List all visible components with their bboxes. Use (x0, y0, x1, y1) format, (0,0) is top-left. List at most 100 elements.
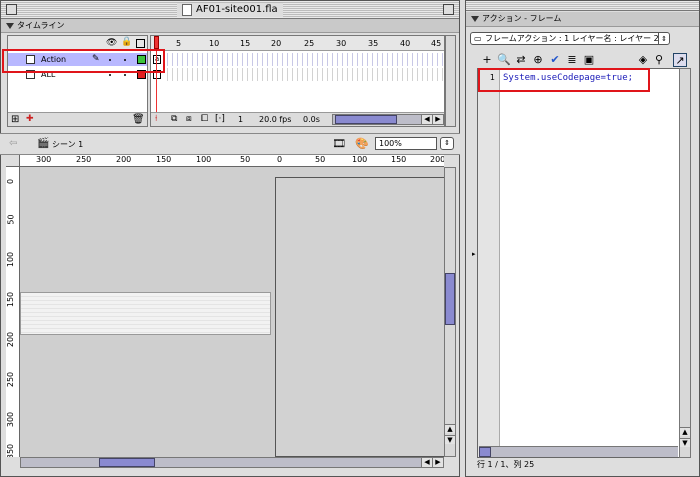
ruler-label: 100 (196, 155, 212, 164)
visible-dot[interactable] (109, 74, 111, 76)
outline-icon[interactable] (136, 39, 145, 48)
timeline-frames-panel: 5 10 15 20 25 30 35 40 45 a ⍿ ⧉ ⧈ ⧠ [·] … (150, 35, 445, 127)
cursor-position: 行 1 / 1、列 25 (477, 460, 535, 469)
ruler-label: 50 (315, 155, 326, 164)
stage-area[interactable] (20, 167, 444, 457)
code-hint-icon[interactable]: ▣ (582, 53, 596, 67)
frame-row-action[interactable] (163, 53, 444, 66)
debug-options-icon[interactable]: ◈ (636, 53, 650, 67)
scene-name[interactable]: シーン 1 (52, 139, 83, 150)
zoom-box[interactable] (443, 4, 454, 15)
zoom-dropdown-arrow[interactable]: ⇕ (440, 137, 454, 150)
frame-rate: 20.0 fps (259, 115, 292, 124)
document-titlebar[interactable]: AF01-site001.fla (1, 1, 459, 19)
frame-number: 40 (400, 39, 411, 48)
eye-icon[interactable]: 👁 (106, 38, 117, 48)
zoom-field[interactable]: 100% (375, 137, 437, 150)
ruler-label: 200 (6, 331, 16, 348)
lock-dot[interactable] (124, 74, 126, 76)
ruler-label: 300 (36, 155, 52, 164)
scroll-thumb[interactable] (479, 447, 491, 457)
center-frame-icon[interactable]: ⍿ (155, 113, 157, 126)
fla-file-icon (182, 4, 192, 16)
ruler-left: 0 50 100 150 200 250 300 350 (6, 167, 20, 457)
frame-row-all[interactable] (163, 68, 444, 81)
scroll-left-arrow[interactable]: ◀ (421, 458, 432, 467)
auto-format-icon[interactable]: ≣ (565, 53, 579, 67)
scroll-thumb[interactable] (445, 273, 455, 325)
panel-splitter-icon[interactable]: ▸ (472, 250, 476, 262)
timeline-vscrollbar[interactable] (445, 35, 456, 127)
stage-vscrollbar[interactable]: ▲ ▼ (444, 167, 456, 457)
scroll-down-arrow[interactable]: ▼ (680, 438, 690, 447)
document-title: AF01-site001.fla (177, 3, 283, 17)
stage-hscrollbar[interactable]: ◀ ▶ (20, 457, 444, 468)
frame-number: 20 (271, 39, 282, 48)
actions-titlebar[interactable] (466, 1, 699, 11)
layer-highlight-box (2, 49, 165, 73)
frame-number: 5 (176, 39, 182, 48)
ruler-label: 300 (6, 411, 16, 428)
scroll-thumb[interactable] (335, 115, 397, 124)
timeline-hscrollbar[interactable]: ◀ ▶ (332, 114, 444, 125)
back-arrow-icon[interactable]: ⇦ (9, 138, 17, 149)
onion-markers-icon[interactable]: [·] (215, 113, 225, 126)
add-guide-layer-icon[interactable]: ✚ (26, 113, 34, 126)
scroll-up-arrow[interactable]: ▲ (680, 427, 690, 436)
ruler-label: 200 (116, 155, 132, 164)
scroll-right-arrow[interactable]: ▶ (432, 458, 443, 467)
editor-vscrollbar[interactable]: ▲ ▼ (679, 68, 691, 458)
insert-layer-icon[interactable]: ⊞ (11, 113, 19, 126)
document-title-text: AF01-site001.fla (196, 4, 278, 15)
ruler-label: 150 (391, 155, 407, 164)
add-action-icon[interactable]: + (480, 53, 494, 67)
scroll-thumb[interactable] (99, 458, 155, 467)
ruler-label: 50 (6, 214, 16, 225)
code-highlight-box (478, 68, 650, 92)
scroll-up-arrow[interactable]: ▲ (445, 424, 455, 433)
frame-number: 25 (304, 39, 315, 48)
offstage-symbol[interactable] (20, 292, 271, 335)
edit-scene-icon[interactable]: 🎞 (332, 137, 346, 150)
playhead[interactable] (154, 36, 159, 49)
collapse-triangle-icon[interactable] (6, 23, 14, 29)
editor-hscrollbar[interactable] (479, 446, 678, 457)
replace-icon[interactable]: ⇄ (514, 53, 528, 67)
dropdown-arrow-icon[interactable]: ⇕ (658, 33, 669, 44)
frame-actions-selector[interactable]: ▭ フレームアクション : 1 レイヤー名 : レイヤー 2 ⇕ (470, 32, 670, 45)
ruler-label: 0 (277, 155, 283, 164)
scroll-right-arrow[interactable]: ▶ (432, 115, 443, 124)
zoom-value[interactable]: 100% (379, 139, 402, 148)
actions-panel-header[interactable]: アクション - フレーム (466, 12, 699, 27)
ruler-label: 250 (6, 371, 16, 388)
ruler-label: 200 (430, 155, 444, 164)
line-number-gutter: 1 (478, 69, 500, 457)
insert-target-path-icon[interactable]: ⊕ (531, 53, 545, 67)
view-options-icon[interactable]: ⚲ (652, 53, 666, 67)
check-syntax-icon[interactable]: ✔ (548, 53, 562, 67)
layer-toolbar: ⊞ ✚ 🗑 (8, 112, 147, 126)
edit-symbol-icon[interactable]: 🎨 (355, 137, 369, 150)
find-icon[interactable]: 🔍 (497, 53, 511, 67)
elapsed-time: 0.0s (303, 115, 320, 124)
onion-outline-icon[interactable]: ⧈ (186, 113, 192, 126)
scroll-left-arrow[interactable]: ◀ (421, 115, 432, 124)
reference-icon[interactable]: ↗ (673, 53, 687, 67)
close-box[interactable] (6, 4, 17, 15)
movie-canvas[interactable] (275, 177, 444, 457)
script-editor[interactable]: 1 System.useCodepage=true; (477, 68, 680, 458)
frame-icon: ▭ (474, 34, 482, 43)
frame-ruler[interactable]: 5 10 15 20 25 30 35 40 45 (151, 36, 444, 51)
lock-icon[interactable]: 🔒 (121, 37, 132, 47)
edit-multiple-frames-icon[interactable]: ⧠ (201, 113, 208, 126)
frame-number: 15 (240, 39, 251, 48)
timeline-panel-title: タイムライン (17, 21, 65, 30)
timeline-panel-header[interactable]: タイムライン (1, 19, 459, 33)
actions-panel-title: アクション - フレーム (482, 14, 562, 23)
ruler-label: 150 (6, 291, 16, 308)
onion-skin-icon[interactable]: ⧉ (171, 113, 177, 126)
scroll-down-arrow[interactable]: ▼ (445, 435, 455, 444)
scene-clapper-icon: 🎬 (37, 138, 50, 149)
collapse-triangle-icon[interactable] (471, 16, 479, 22)
trash-icon[interactable]: 🗑 (132, 113, 145, 126)
